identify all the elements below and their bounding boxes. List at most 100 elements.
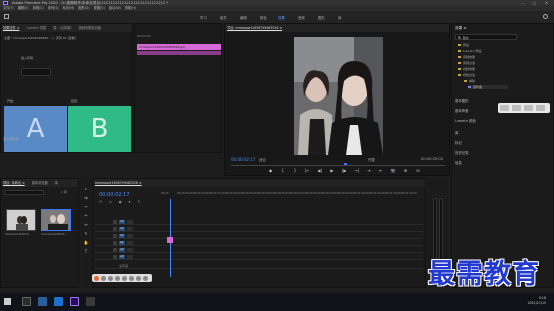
premiere-taskbar-icon[interactable]: [70, 297, 79, 306]
selection-tool-icon[interactable]: ▸: [84, 186, 89, 191]
workspace-effects[interactable]: 效果: [278, 15, 285, 20]
extract-icon[interactable]: ⇤: [376, 168, 387, 173]
menu-clip[interactable]: 剪辑(C): [33, 6, 44, 10]
step-forward-icon[interactable]: |▶: [339, 168, 350, 173]
slip-tool-icon[interactable]: ↔: [84, 222, 89, 227]
tab-media-browser[interactable]: 媒体浏览器: [32, 181, 48, 185]
workspace-learn[interactable]: 学习: [200, 15, 207, 20]
go-to-in-icon[interactable]: |←: [302, 168, 313, 173]
section-info[interactable]: 信息: [455, 160, 462, 165]
track-v2[interactable]: V2: [95, 226, 423, 232]
windows-start-icon[interactable]: [4, 298, 11, 305]
mute-icon[interactable]: [127, 255, 133, 259]
timeline-clip[interactable]: [167, 237, 173, 243]
workspace-audio[interactable]: 音频: [298, 15, 305, 20]
visibility-icon[interactable]: [127, 220, 133, 224]
lock-icon[interactable]: [113, 220, 117, 224]
lock-icon[interactable]: [113, 255, 117, 259]
track-v3[interactable]: V3: [95, 219, 423, 225]
ime-emoji-icon[interactable]: [115, 275, 120, 281]
lock-icon[interactable]: [113, 227, 117, 231]
menu-edit[interactable]: 编辑(E): [18, 6, 29, 10]
step-back-icon[interactable]: ◀|: [314, 168, 325, 173]
track-label[interactable]: V3: [119, 220, 125, 224]
mute-icon[interactable]: [127, 241, 133, 245]
input-method-toolbar[interactable]: [92, 274, 152, 282]
program-current-timecode[interactable]: 00:00:02:17: [231, 157, 255, 162]
section-history[interactable]: 历史记录: [455, 150, 469, 155]
link-icon[interactable]: [536, 105, 545, 111]
add-marker-icon[interactable]: ◆: [265, 168, 276, 173]
section-libraries[interactable]: 库: [455, 130, 458, 135]
button-editor-icon[interactable]: ⊟: [412, 168, 423, 173]
track-a2[interactable]: A2: [95, 247, 423, 253]
menu-sequence[interactable]: 序列(S): [48, 6, 59, 10]
menu-file[interactable]: 文件(F): [3, 6, 14, 10]
project-thumbnail-1[interactable]: [6, 209, 36, 231]
track-a1[interactable]: A1: [95, 240, 423, 246]
hand-icon[interactable]: ✋: [84, 240, 89, 245]
track-select-tool-icon[interactable]: ⇉: [84, 195, 89, 200]
razor-tool-icon[interactable]: ✂: [84, 213, 89, 218]
export-frame-icon[interactable]: 📷: [388, 168, 399, 173]
ime-voice-icon[interactable]: [122, 275, 127, 281]
project-search-input[interactable]: [4, 190, 44, 195]
workspace-assembly[interactable]: 组件: [220, 15, 227, 20]
section-essential-graphics[interactable]: 基本图形: [455, 98, 469, 103]
clip-bar-secondary[interactable]: [137, 51, 221, 55]
section-markers[interactable]: 标记: [455, 140, 462, 145]
tab-project[interactable]: 项目: 未命名 ≡: [3, 181, 25, 185]
search-icon[interactable]: [543, 14, 548, 19]
tab-audio-clip-mixer[interactable]: 音频剪辑混合器: [79, 26, 101, 30]
lock-icon[interactable]: [113, 248, 117, 252]
play-icon[interactable]: ▶: [326, 168, 337, 173]
menu-graphics[interactable]: 图形(G): [78, 6, 89, 10]
track-label[interactable]: V2: [119, 227, 125, 231]
lock-icon[interactable]: [113, 234, 117, 238]
effect-item-blinds[interactable]: 百叶窗: [468, 85, 508, 89]
section-lumetri-color[interactable]: Lumetri 颜色: [455, 118, 476, 123]
file-explorer-icon[interactable]: [38, 297, 47, 306]
effects-folder-video-effects[interactable]: 视频效果: [458, 67, 475, 71]
go-to-out-icon[interactable]: →|: [351, 168, 362, 173]
visibility-icon[interactable]: [127, 234, 133, 238]
project-thumbnail-2[interactable]: [41, 209, 71, 231]
track-master[interactable]: 主声道: [95, 263, 423, 269]
zoom-fit-select[interactable]: 适合: [259, 157, 266, 162]
effects-folder-video-transitions[interactable]: 视频过渡: [458, 73, 475, 77]
show-actual-sources[interactable]: 显示实际源: [3, 137, 18, 141]
menu-view[interactable]: 视图(V): [94, 6, 105, 10]
app-taskbar-icon[interactable]: [86, 297, 95, 306]
ime-punct-icon[interactable]: [108, 275, 113, 281]
track-a3[interactable]: A3: [95, 254, 423, 260]
pen-tool-icon[interactable]: ✎: [84, 231, 89, 236]
ime-skin-icon[interactable]: [136, 275, 141, 281]
effects-search-input[interactable]: 🔍 戴纹: [455, 34, 517, 40]
ime-logo-icon[interactable]: [94, 275, 99, 281]
effects-folder-audio-effects[interactable]: 音频效果: [458, 55, 475, 59]
pointer-tool-icon[interactable]: [512, 105, 521, 111]
clip-bar[interactable]: mmexport1636799483526.jpg: [137, 44, 221, 50]
track-label[interactable]: A2: [119, 248, 125, 252]
workspace-libraries[interactable]: 库: [338, 15, 341, 20]
tab-lumetri-scopes[interactable]: Lumetri 范围: [26, 26, 46, 30]
tab-sequence[interactable]: mmexport1636799483526 ≡: [95, 181, 142, 185]
mark-in-icon[interactable]: {: [277, 168, 288, 173]
edge-browser-icon[interactable]: [54, 297, 63, 306]
workspace-graphics[interactable]: 图形: [318, 15, 325, 20]
compare-view-icon[interactable]: ⊞: [400, 168, 411, 173]
lift-icon[interactable]: ⇥: [363, 168, 374, 173]
time-ruler[interactable]: 00:00 00:00:05:0000:00:10:0000:00:15:0000…: [161, 192, 423, 199]
ime-keyboard-icon[interactable]: [129, 275, 134, 281]
lock-icon[interactable]: [113, 241, 117, 245]
tab-program[interactable]: 节目: mmexport1636799483526 ≡: [227, 26, 282, 30]
track-label[interactable]: A3: [119, 255, 125, 259]
resolution-select[interactable]: 完整: [368, 157, 375, 162]
effects-folder-presets[interactable]: 预设: [458, 43, 469, 47]
tab-libraries[interactable]: 库: [55, 181, 58, 185]
ripple-edit-tool-icon[interactable]: ⇿: [84, 204, 89, 209]
menu-window[interactable]: 窗口(W): [109, 6, 121, 10]
track-v1[interactable]: V1: [95, 233, 423, 239]
menu-marker[interactable]: 标记(M): [63, 6, 75, 10]
ime-mode-icon[interactable]: [101, 275, 106, 281]
